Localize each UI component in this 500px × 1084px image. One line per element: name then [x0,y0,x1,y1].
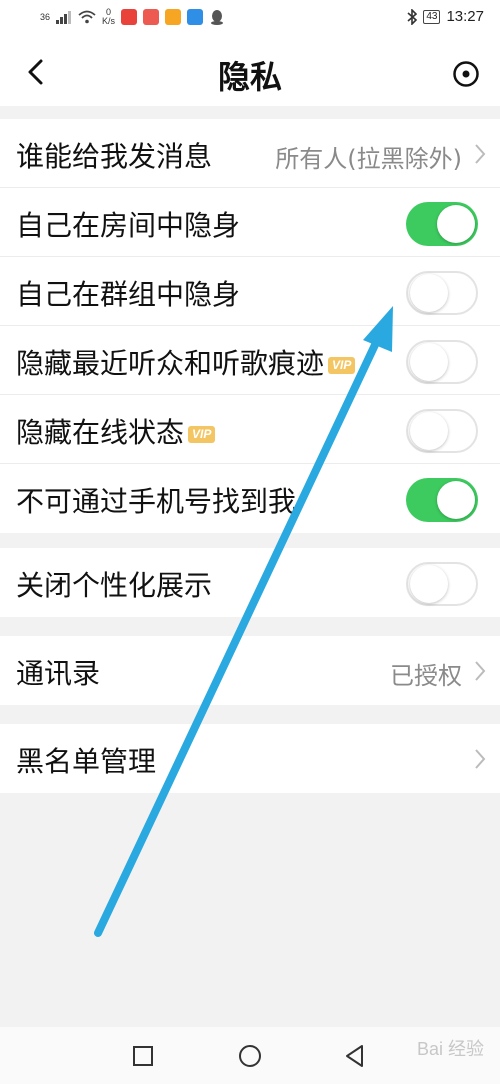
recent-apps-icon[interactable] [130,1043,156,1069]
personalization-toggle[interactable] [406,562,478,606]
back-nav-icon[interactable] [342,1043,368,1069]
hide-online-status-row: 隐藏在线状态 VIP [0,395,500,464]
row-label: 黑名单管理 [16,745,157,778]
app-notification-icon [187,9,204,25]
row-label: 谁能给我发消息 [16,140,213,173]
watermark: Bai 经验 [416,1039,484,1059]
contacts-group: 通讯录 已授权 [0,636,500,705]
clock: 13:27 [446,8,484,25]
invisible-in-room-row: 自己在房间中隐身 [0,188,500,257]
message-permission-row[interactable]: 谁能给我发消息 所有人(拉黑除外) [0,119,500,188]
row-label: 隐藏最近听众和听歌痕迹 VIP [16,342,356,382]
status-bar: 36 0 K/s 43 13:27 [0,0,500,38]
row-label: 关闭个性化展示 [16,569,213,602]
phone-search-toggle[interactable] [406,478,478,522]
vip-badge: VIP [328,357,356,374]
row-value: 所有人(拉黑除外) [275,145,462,173]
row-label: 隐藏在线状态 VIP [16,411,216,451]
vip-badge: VIP [188,426,216,443]
blacklist-row[interactable]: 黑名单管理 [0,724,500,793]
hide-listeners-row: 隐藏最近听众和听歌痕迹 VIP [0,326,500,395]
hide-online-status-toggle[interactable] [406,409,478,453]
personalization-group: 关闭个性化展示 [0,548,500,617]
chevron-right-icon [475,749,486,769]
app-notification-icon [121,9,138,25]
invisible-in-group-toggle[interactable] [406,271,478,315]
wifi-icon [78,10,96,24]
signal-bars-icon [56,10,72,24]
battery-icon: 43 [423,9,441,24]
hide-listeners-toggle[interactable] [406,340,478,384]
header: 隐私 [0,38,500,106]
target-icon[interactable] [452,60,480,88]
invisible-in-room-toggle[interactable] [406,202,478,246]
phone-search-row: 不可通过手机号找到我 [0,464,500,533]
row-label: 通讯录 [16,657,101,690]
system-nav-bar: Bai 经验 [0,1027,500,1084]
row-label: 自己在房间中隐身 [16,209,241,242]
qq-icon [211,10,224,25]
network-speed: 0 K/s [102,7,116,26]
chevron-right-icon [475,661,486,681]
invisible-in-group-row: 自己在群组中隐身 [0,257,500,326]
row-label: 自己在群组中隐身 [16,278,241,311]
home-icon[interactable] [237,1043,263,1069]
page-title: 隐私 [217,58,282,96]
signal-type: 36 [40,12,51,22]
contacts-row[interactable]: 通讯录 已授权 [0,636,500,705]
personalization-row: 关闭个性化展示 [0,548,500,617]
row-value: 已授权 [390,662,462,690]
privacy-settings-group: 谁能给我发消息 所有人(拉黑除外) 自己在房间中隐身 自己在群组中隐身 隐藏最近… [0,119,500,533]
app-notification-icon [165,9,182,25]
app-notification-icon [143,9,160,25]
row-label: 不可通过手机号找到我 [16,485,297,518]
chevron-right-icon [475,144,486,164]
bluetooth-icon [407,8,418,25]
blacklist-group: 黑名单管理 [0,724,500,793]
